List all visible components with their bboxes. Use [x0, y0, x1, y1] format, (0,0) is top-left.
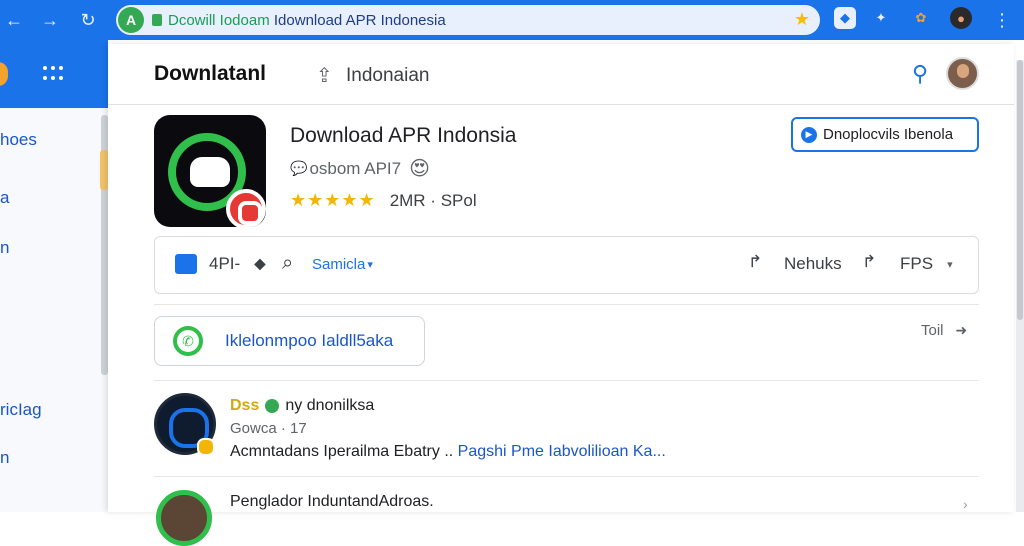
chevron-down-icon: ▾: [367, 259, 373, 271]
app-subtitle-text: osbom API7: [309, 158, 402, 178]
site-icon: A: [118, 7, 144, 33]
list-item-title[interactable]: Penglador InduntandAdroas.: [230, 493, 434, 511]
toll-label: Toil: [921, 322, 944, 339]
list-item-text: Acmntadans Iperailma Ebatry ..: [230, 443, 458, 460]
forward-icon[interactable]: →: [36, 6, 64, 34]
sidebar-item[interactable]: n: [0, 238, 9, 258]
forward-share-icon[interactable]: ↱: [748, 252, 762, 272]
download-button[interactable]: ▶ Dnoplocvils Ibenola: [791, 117, 979, 152]
sort-dropdown[interactable]: Samicla ▾: [312, 256, 373, 273]
nehuks-button[interactable]: Nehuks: [784, 254, 842, 274]
rating-meta: 2MR · SPol: [389, 190, 477, 210]
divider: [154, 304, 979, 305]
redirect-icon[interactable]: ↱: [862, 252, 876, 272]
list-item-handle: Dss: [230, 397, 260, 414]
search-user-icon[interactable]: ⚲: [906, 60, 934, 88]
avatar[interactable]: [946, 57, 979, 90]
action-toolbar: [154, 236, 979, 294]
url-rest: Idownload APR Indonesia: [269, 11, 446, 29]
puzzle-icon[interactable]: ✦: [870, 7, 892, 29]
sidebar-scroll-marker: [100, 150, 108, 190]
apk-label: 4PI-: [209, 254, 241, 273]
list-item-title[interactable]: Dss ny dnonilksa: [230, 397, 374, 415]
heart-eyes-emoji-icon: 😍: [409, 158, 430, 180]
sort-label: Samicla: [312, 256, 366, 273]
background-sidebar: [0, 40, 108, 512]
search-icon[interactable]: ⌕: [282, 252, 293, 275]
fps-label: FPS: [900, 254, 934, 273]
app-subtitle: 💬 osbom API7 😍: [290, 156, 430, 181]
divider: [154, 380, 979, 381]
chat-bubble-icon: 💬: [290, 160, 308, 176]
sidebar-item[interactable]: hoes: [0, 130, 37, 150]
menu-kebab-icon[interactable]: ⋮: [988, 6, 1016, 34]
profile-icon[interactable]: ●: [950, 7, 972, 29]
verified-icon: [265, 399, 280, 413]
list-item-avatar[interactable]: [154, 393, 216, 456]
download-icon: ▶: [801, 126, 817, 143]
apps-grid-icon[interactable]: [43, 66, 63, 82]
app-icon: [154, 115, 266, 227]
list-item-body: Acmntadans Iperailma Ebatry .. Pagshi Pm…: [230, 443, 666, 461]
url-highlight: Dcowill Iodoam: [168, 11, 270, 29]
address-bar[interactable]: A Dcowill Iodoam Idownload APR Indonesia…: [116, 5, 820, 35]
sidebar-item[interactable]: n: [0, 448, 9, 468]
rating-row: ★★★★★ 2MR · SPol: [290, 190, 477, 211]
reload-icon[interactable]: ↻: [74, 6, 102, 34]
fps-dropdown[interactable]: FPS ▾: [900, 254, 953, 274]
url-text[interactable]: Dcowill Iodoam Idownload APR Indonesia: [168, 12, 446, 29]
download-button-label: Dnoplocvils Ibenola: [823, 126, 954, 143]
chevron-down-icon: ▾: [947, 258, 953, 271]
back-icon[interactable]: ←: [0, 6, 28, 34]
list-item-avatar[interactable]: [156, 490, 212, 546]
phone-icon: ✆: [173, 326, 203, 356]
sidebar-item[interactable]: ricIag: [0, 400, 42, 420]
photos-extension-icon[interactable]: ✿: [910, 7, 932, 29]
region-label[interactable]: Indonaian: [346, 65, 429, 87]
list-item-name: ny dnonilksa: [285, 397, 375, 414]
arrow-right-icon: ➜: [955, 322, 968, 338]
apk-button[interactable]: 4PI-: [175, 254, 240, 274]
rating-stars-icon: ★★★★★: [290, 190, 376, 210]
site-brand[interactable]: Downlatanl: [154, 62, 266, 86]
chevron-right-icon[interactable]: ›: [963, 496, 968, 512]
list-item-link[interactable]: Pagshi Pme Iabvolilioan Ka...: [458, 443, 666, 460]
bookmark-star-icon[interactable]: ★: [794, 9, 810, 30]
browser-toolbar: ← → ↻ A Dcowill Iodoam Idownload APR Ind…: [0, 0, 1024, 40]
bookmark-icon[interactable]: ⬥: [254, 254, 266, 274]
page-scrollbar-thumb[interactable]: [1017, 60, 1023, 320]
share-icon[interactable]: ⇪: [316, 63, 333, 88]
extension-icon[interactable]: ◆: [834, 7, 856, 29]
community-button[interactable]: ✆ Iklelonmpoo Ialdll5aka: [154, 316, 425, 366]
divider: [154, 476, 979, 477]
list-item-meta: Gowca · 17: [230, 420, 307, 437]
sidebar-item[interactable]: a: [0, 188, 9, 208]
community-label: Iklelonmpoo Ialdll5aka: [225, 331, 394, 350]
divider: [108, 104, 1014, 105]
app-title: Download APR Indonsia: [290, 124, 517, 147]
bag-icon: [175, 254, 197, 274]
lock-icon[interactable]: [152, 14, 162, 26]
toll-link[interactable]: Toil ➜: [921, 322, 967, 339]
